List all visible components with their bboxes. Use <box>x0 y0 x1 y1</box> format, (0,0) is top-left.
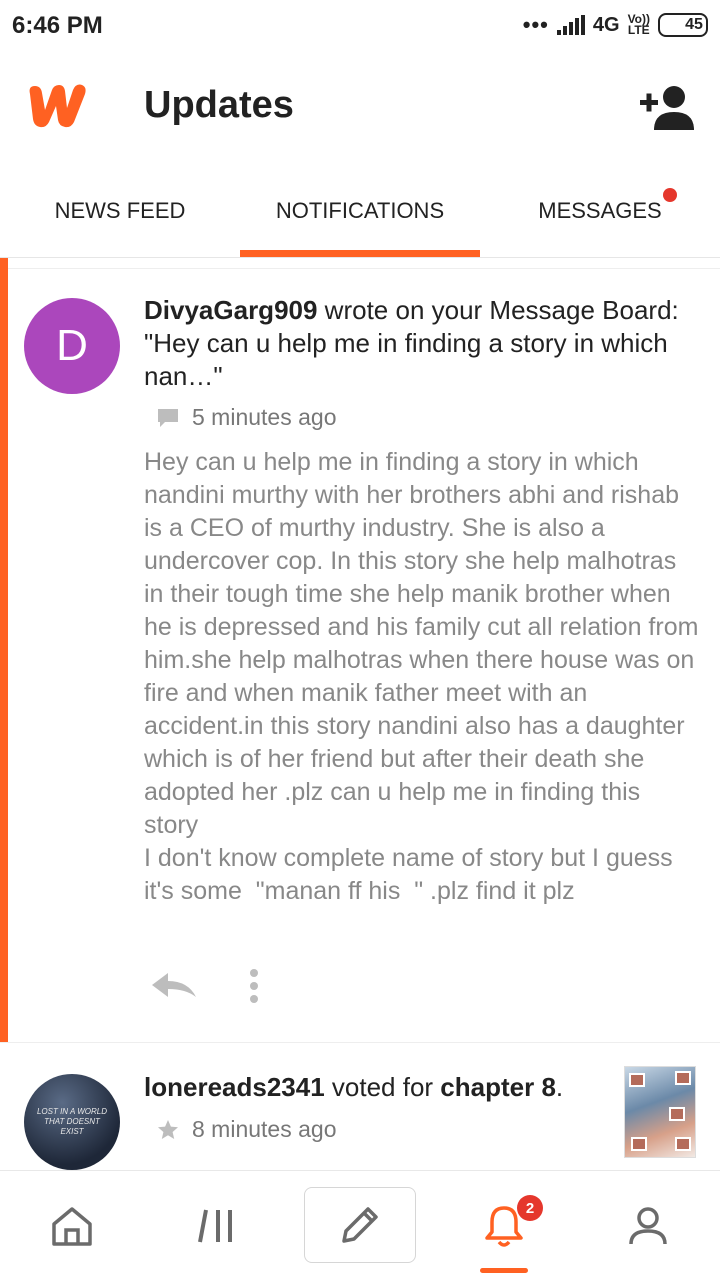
divider <box>0 1042 720 1043</box>
tab-news-feed[interactable]: NEWS FEED <box>0 164 240 258</box>
notification-time: 5 minutes ago <box>192 404 337 430</box>
tab-messages[interactable]: MESSAGES <box>480 164 720 258</box>
notification-meta: 8 minutes ago <box>156 1116 336 1143</box>
notification-actions <box>150 968 260 1004</box>
status-time: 6:46 PM <box>12 12 103 39</box>
page-title: Updates <box>144 84 294 126</box>
notification-badge: 2 <box>517 1195 543 1221</box>
notifications-list[interactable]: D DivyaGarg909 wrote on your Message Boa… <box>0 258 720 1170</box>
active-tab-indicator <box>240 250 480 257</box>
chapter-link[interactable]: chapter 8 <box>440 1072 556 1102</box>
signal-icon <box>556 15 585 35</box>
nav-write[interactable] <box>304 1187 416 1263</box>
profile-icon <box>629 1207 667 1245</box>
wattpad-logo-icon[interactable] <box>24 80 88 130</box>
library-icon <box>198 1209 232 1243</box>
message-body: Hey can u help me in finding a story in … <box>144 448 699 905</box>
notification-meta: 5 minutes ago <box>156 404 336 431</box>
more-options-icon[interactable] <box>248 968 260 1004</box>
comment-icon <box>158 408 178 427</box>
nav-notifications[interactable] <box>432 1171 576 1280</box>
add-user-icon[interactable] <box>638 84 698 132</box>
tab-notifications[interactable]: NOTIFICATIONS <box>240 164 480 258</box>
tab-bar: NEWS FEED NOTIFICATIONS MESSAGES <box>0 164 720 258</box>
pencil-icon <box>342 1207 378 1243</box>
active-nav-indicator <box>480 1268 528 1273</box>
network-type: 4G <box>592 13 620 36</box>
unread-accent-bar <box>0 258 8 1042</box>
battery-level: 45 <box>685 16 703 33</box>
messages-unread-dot <box>663 188 677 202</box>
avatar[interactable]: D <box>24 298 120 394</box>
nav-library[interactable] <box>144 1171 288 1280</box>
notification-dots-icon: ••• <box>522 12 549 37</box>
notification-title[interactable]: DivyaGarg909 wrote on your Message Board… <box>144 294 700 393</box>
status-bar: 6:46 PM ••• 4G Vo)) LTE 45 <box>0 0 720 52</box>
avatar[interactable]: LOST IN A WORLD THAT DOESNT EXIST <box>24 1074 120 1170</box>
notification-time: 8 minutes ago <box>192 1116 337 1142</box>
divider <box>8 268 720 269</box>
notification-title[interactable]: lonereads2341 voted for chapter 8. <box>144 1070 604 1104</box>
volte-indicator: Vo)) LTE <box>627 12 650 37</box>
star-icon <box>158 1119 178 1139</box>
home-icon <box>52 1207 92 1246</box>
notification-action-text: voted for <box>324 1072 441 1102</box>
reply-icon[interactable] <box>150 971 198 1001</box>
bottom-navigation: 2 <box>0 1170 720 1280</box>
battery-icon: 45 <box>658 13 708 37</box>
story-cover-image[interactable] <box>624 1066 696 1158</box>
status-icons: ••• 4G Vo)) LTE 45 <box>523 12 708 38</box>
notification-username[interactable]: DivyaGarg909 <box>144 295 317 325</box>
nav-profile[interactable] <box>576 1171 720 1280</box>
nav-home[interactable] <box>0 1171 144 1280</box>
app-header: Updates <box>0 52 720 164</box>
notification-username[interactable]: lonereads2341 <box>144 1072 325 1102</box>
